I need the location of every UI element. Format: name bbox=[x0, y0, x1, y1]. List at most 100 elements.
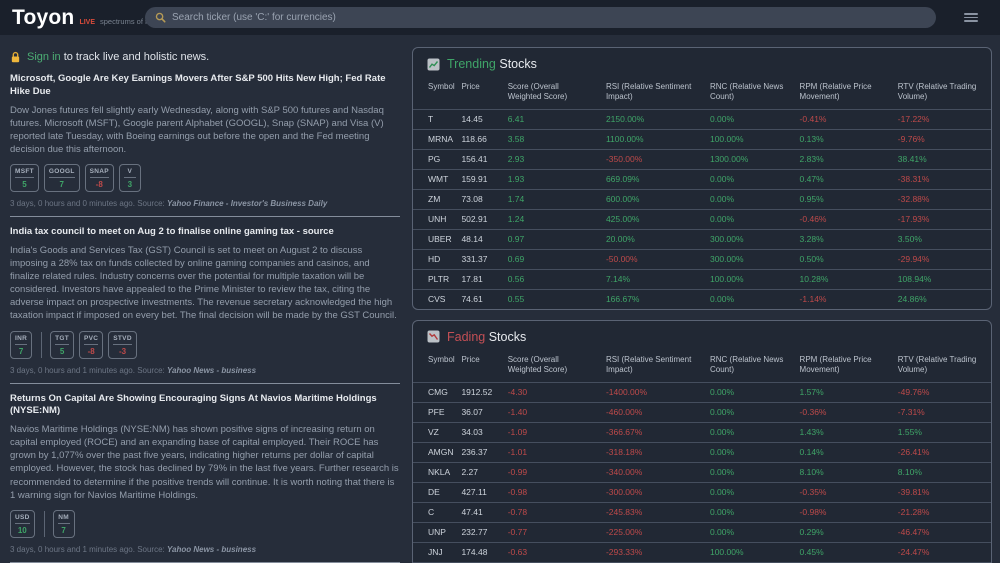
stock-row[interactable]: CVS74.610.55166.67%0.00%-1.14%24.86% bbox=[413, 289, 991, 309]
cell-rtv: -7.31% bbox=[890, 402, 991, 422]
ticker-chip[interactable]: TGT5 bbox=[50, 331, 74, 359]
stock-row[interactable]: UNH502.911.24425.00%0.00%-0.46%-17.93% bbox=[413, 209, 991, 229]
card-title: Trending Stocks bbox=[447, 57, 537, 71]
search-bar[interactable] bbox=[145, 7, 936, 28]
stock-row[interactable]: UBER48.140.9720.00%300.00%3.28%3.50% bbox=[413, 229, 991, 249]
search-icon bbox=[155, 12, 166, 23]
menu-icon[interactable] bbox=[964, 11, 978, 24]
card-title-rest: Stocks bbox=[499, 57, 537, 71]
ticker-chip[interactable]: INR7 bbox=[10, 331, 32, 359]
cell-rpm: 0.13% bbox=[792, 129, 890, 149]
stock-row[interactable]: C47.41-0.78-245.83%0.00%-0.98%-21.28% bbox=[413, 502, 991, 522]
cell-rsi: 20.00% bbox=[598, 229, 702, 249]
cell-rpm: -0.46% bbox=[792, 209, 890, 229]
stock-row[interactable]: CMG1912.52-4.30-1400.00%0.00%1.57%-49.76… bbox=[413, 382, 991, 402]
fading-stocks-header: Fading Stocks bbox=[413, 321, 991, 351]
cell-rtv: -9.76% bbox=[890, 129, 991, 149]
cell-price: 34.03 bbox=[453, 422, 499, 442]
cell-rpm: 0.14% bbox=[792, 442, 890, 462]
cell-symbol: ZM bbox=[413, 189, 453, 209]
news-title[interactable]: Microsoft, Google Are Key Earnings Mover… bbox=[10, 73, 400, 99]
cell-price: 232.77 bbox=[453, 522, 499, 542]
news-meta: 3 days, 0 hours and 0 minutes ago. Sourc… bbox=[10, 199, 400, 208]
cell-symbol: C bbox=[413, 502, 453, 522]
ticker-chip[interactable]: STVD-3 bbox=[108, 331, 137, 359]
cell-rnc: 0.00% bbox=[702, 169, 792, 189]
stock-row[interactable]: DE427.11-0.98-300.00%0.00%-0.35%-39.81% bbox=[413, 482, 991, 502]
cell-score: 1.74 bbox=[500, 189, 598, 209]
card-title-accent: Fading bbox=[447, 330, 485, 344]
news-list: Microsoft, Google Are Key Earnings Mover… bbox=[10, 73, 400, 563]
stock-row[interactable]: MRNA118.663.581100.00%100.00%0.13%-9.76% bbox=[413, 129, 991, 149]
ticker-chip-row: INR7 TGT5PVC-8STVD-3 bbox=[10, 331, 400, 359]
stock-row[interactable]: UNP232.77-0.77-225.00%0.00%0.29%-46.47% bbox=[413, 522, 991, 542]
stock-row[interactable]: WMT159.911.93669.09%0.00%0.47%-38.31% bbox=[413, 169, 991, 189]
cell-symbol: CVS bbox=[413, 289, 453, 309]
cell-rsi: -318.18% bbox=[598, 442, 702, 462]
cell-rtv: 1.55% bbox=[890, 422, 991, 442]
column-header: RNC (Relative News Count) bbox=[702, 351, 792, 382]
cell-rpm: 0.45% bbox=[792, 542, 890, 562]
cell-rtv: -29.94% bbox=[890, 249, 991, 269]
stock-row[interactable]: HD331.370.69-50.00%300.00%0.50%-29.94% bbox=[413, 249, 991, 269]
chart-down-icon bbox=[427, 330, 440, 343]
cell-rtv: 108.94% bbox=[890, 269, 991, 289]
cell-score: -0.99 bbox=[500, 462, 598, 482]
app-logo: Toyon bbox=[12, 6, 74, 30]
cell-price: 331.37 bbox=[453, 249, 499, 269]
cell-score: 3.58 bbox=[500, 129, 598, 149]
ticker-chip[interactable]: SNAP-8 bbox=[85, 164, 114, 192]
fading-stocks-table: SymbolPriceScore (Overall Weighted Score… bbox=[413, 351, 991, 563]
stock-row[interactable]: PFE36.07-1.40-460.00%0.00%-0.36%-7.31% bbox=[413, 402, 991, 422]
cell-rsi: 669.09% bbox=[598, 169, 702, 189]
chip-group-divider bbox=[41, 332, 42, 358]
ticker-chip[interactable]: GOOGL7 bbox=[44, 164, 80, 192]
stock-row[interactable]: JNJ174.48-0.63-293.33%100.00%0.45%-24.47… bbox=[413, 542, 991, 562]
news-source: Yahoo Finance - Investor's Business Dail… bbox=[167, 199, 327, 208]
news-title[interactable]: Returns On Capital Are Showing Encouragi… bbox=[10, 393, 400, 419]
stock-row[interactable]: ZM73.081.74600.00%0.00%0.95%-32.88% bbox=[413, 189, 991, 209]
search-input[interactable] bbox=[172, 12, 926, 23]
signin-row: Sign in to track live and holistic news. bbox=[10, 51, 400, 63]
card-title-accent: Trending bbox=[447, 57, 496, 71]
ticker-chip[interactable]: NM7 bbox=[53, 510, 75, 538]
stock-row[interactable]: NKLA2.27-0.99-340.00%0.00%8.10%8.10% bbox=[413, 462, 991, 482]
stock-row[interactable]: T14.456.412150.00%0.00%-0.41%-17.22% bbox=[413, 109, 991, 129]
cell-score: -1.09 bbox=[500, 422, 598, 442]
cell-rpm: -0.36% bbox=[792, 402, 890, 422]
cell-rpm: 0.29% bbox=[792, 522, 890, 542]
stock-row[interactable]: PLTR17.810.567.14%100.00%10.28%108.94% bbox=[413, 269, 991, 289]
ticker-chip[interactable]: V3 bbox=[119, 164, 141, 192]
cell-symbol: JNJ bbox=[413, 542, 453, 562]
chip-symbol: PVC bbox=[84, 335, 98, 345]
cell-price: 2.27 bbox=[453, 462, 499, 482]
cell-rpm: -0.98% bbox=[792, 502, 890, 522]
column-header: RNC (Relative News Count) bbox=[702, 78, 792, 109]
table-header-row: SymbolPriceScore (Overall Weighted Score… bbox=[413, 78, 991, 109]
cell-rnc: 0.00% bbox=[702, 289, 792, 309]
cell-price: 236.37 bbox=[453, 442, 499, 462]
ticker-chip[interactable]: MSFT5 bbox=[10, 164, 39, 192]
cell-symbol: UNP bbox=[413, 522, 453, 542]
cell-rsi: -50.00% bbox=[598, 249, 702, 269]
ticker-chip[interactable]: PVC-8 bbox=[79, 331, 103, 359]
cell-rpm: -0.35% bbox=[792, 482, 890, 502]
cell-rtv: -21.28% bbox=[890, 502, 991, 522]
cell-rnc: 0.00% bbox=[702, 522, 792, 542]
cell-rsi: -350.00% bbox=[598, 149, 702, 169]
stock-row[interactable]: AMGN236.37-1.01-318.18%0.00%0.14%-26.41% bbox=[413, 442, 991, 462]
cell-rtv: -39.81% bbox=[890, 482, 991, 502]
chip-symbol: GOOGL bbox=[49, 168, 75, 178]
news-title[interactable]: India tax council to meet on Aug 2 to fi… bbox=[10, 226, 400, 239]
cell-rsi: 2150.00% bbox=[598, 109, 702, 129]
news-article: Returns On Capital Are Showing Encouragi… bbox=[10, 393, 400, 554]
stock-row[interactable]: VZ34.03-1.09-366.67%0.00%1.43%1.55% bbox=[413, 422, 991, 442]
cell-symbol: CMG bbox=[413, 382, 453, 402]
stock-row[interactable]: PG156.412.93-350.00%1300.00%2.83%38.41% bbox=[413, 149, 991, 169]
cell-rsi: -460.00% bbox=[598, 402, 702, 422]
signin-link[interactable]: Sign in bbox=[27, 51, 61, 63]
cell-score: -0.77 bbox=[500, 522, 598, 542]
cell-rnc: 1300.00% bbox=[702, 149, 792, 169]
cell-score: -1.01 bbox=[500, 442, 598, 462]
ticker-chip[interactable]: USD10 bbox=[10, 510, 35, 538]
